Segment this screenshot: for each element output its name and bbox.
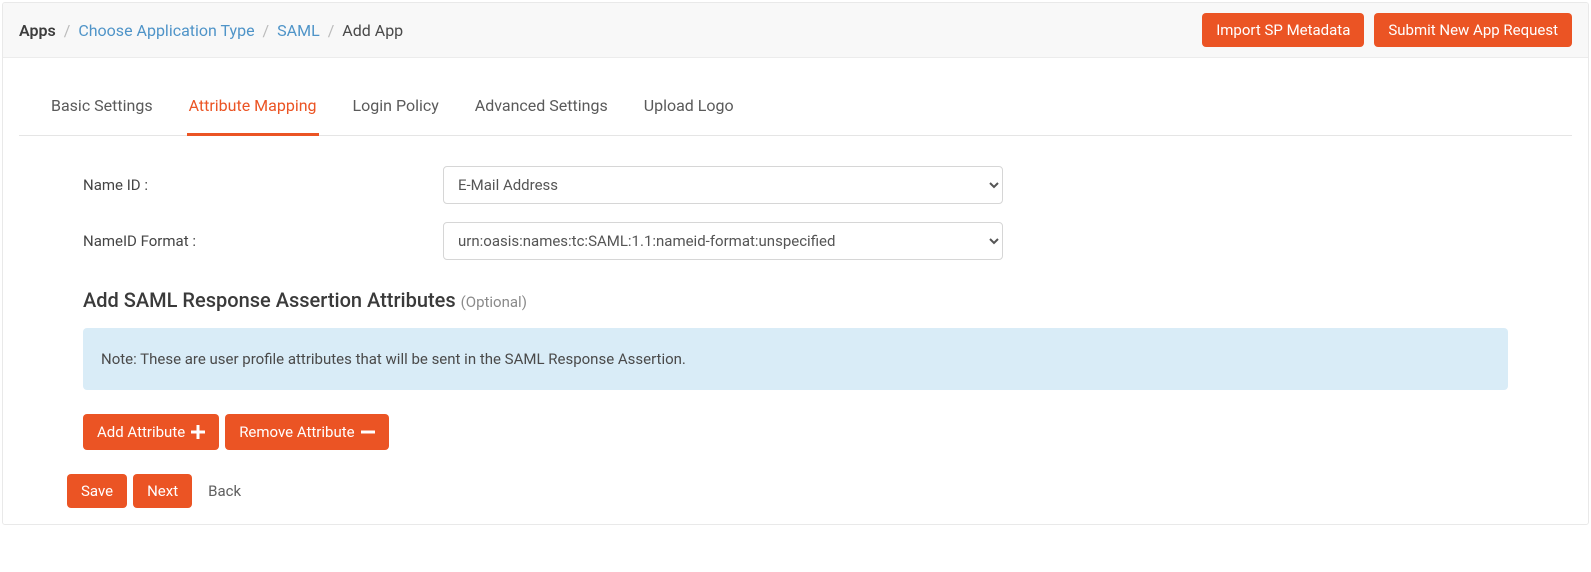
back-button[interactable]: Back (198, 474, 251, 508)
minus-icon (361, 425, 375, 439)
attribute-buttons: Add Attribute Remove Attribute (83, 414, 1508, 450)
next-button[interactable]: Next (133, 474, 192, 508)
tab-advanced-settings[interactable]: Advanced Settings (473, 78, 610, 136)
breadcrumb-separator: / (64, 21, 71, 40)
import-sp-metadata-button[interactable]: Import SP Metadata (1202, 13, 1364, 47)
tabs: Basic Settings Attribute Mapping Login Pol… (19, 78, 1572, 136)
submit-new-app-request-button[interactable]: Submit New App Request (1374, 13, 1572, 47)
name-id-format-row: NameID Format : urn:oasis:names:tc:SAML:… (83, 222, 1508, 260)
breadcrumb-separator: / (263, 21, 270, 40)
breadcrumb-item[interactable]: Apps (19, 21, 56, 40)
name-id-label: Name ID : (83, 176, 443, 194)
name-id-select[interactable]: E-Mail Address (443, 166, 1003, 204)
note-box: Note: These are user profile attributes … (83, 328, 1508, 390)
breadcrumb-item: Add App (342, 21, 403, 40)
section-heading-text: Add SAML Response Assertion Attributes (83, 288, 456, 312)
name-id-format-select[interactable]: urn:oasis:names:tc:SAML:1.1:nameid-forma… (443, 222, 1003, 260)
tab-attribute-mapping[interactable]: Attribute Mapping (187, 78, 319, 136)
breadcrumb: Apps / Choose Application Type / SAML / Add Ap… (19, 21, 403, 40)
content: Name ID : E-Mail Address NameID Format :… (3, 136, 1588, 474)
add-attribute-label: Add Attribute (97, 423, 185, 441)
tab-upload-logo[interactable]: Upload Logo (642, 78, 736, 136)
section-heading-optional: (Optional) (461, 293, 527, 311)
remove-attribute-label: Remove Attribute (239, 423, 354, 441)
topbar-actions: Import SP Metadata Submit New App Reques… (1202, 13, 1572, 47)
name-id-format-label: NameID Format : (83, 232, 443, 250)
name-id-row: Name ID : E-Mail Address (83, 166, 1508, 204)
breadcrumb-item[interactable]: SAML (277, 21, 320, 40)
add-attribute-button[interactable]: Add Attribute (83, 414, 219, 450)
topbar: Apps / Choose Application Type / SAML / Add Ap… (3, 3, 1588, 58)
save-button[interactable]: Save (67, 474, 127, 508)
breadcrumb-item[interactable]: Choose Application Type (78, 21, 254, 40)
section-heading: Add SAML Response Assertion Attributes (… (83, 288, 1508, 312)
remove-attribute-button[interactable]: Remove Attribute (225, 414, 388, 450)
page-container: Apps / Choose Application Type / SAML / Add Ap… (2, 2, 1589, 525)
breadcrumb-separator: / (328, 21, 335, 40)
plus-icon (191, 425, 205, 439)
tab-basic-settings[interactable]: Basic Settings (49, 78, 155, 136)
tab-login-policy[interactable]: Login Policy (351, 78, 441, 136)
bottom-actions: Save Next Back (3, 474, 1588, 524)
